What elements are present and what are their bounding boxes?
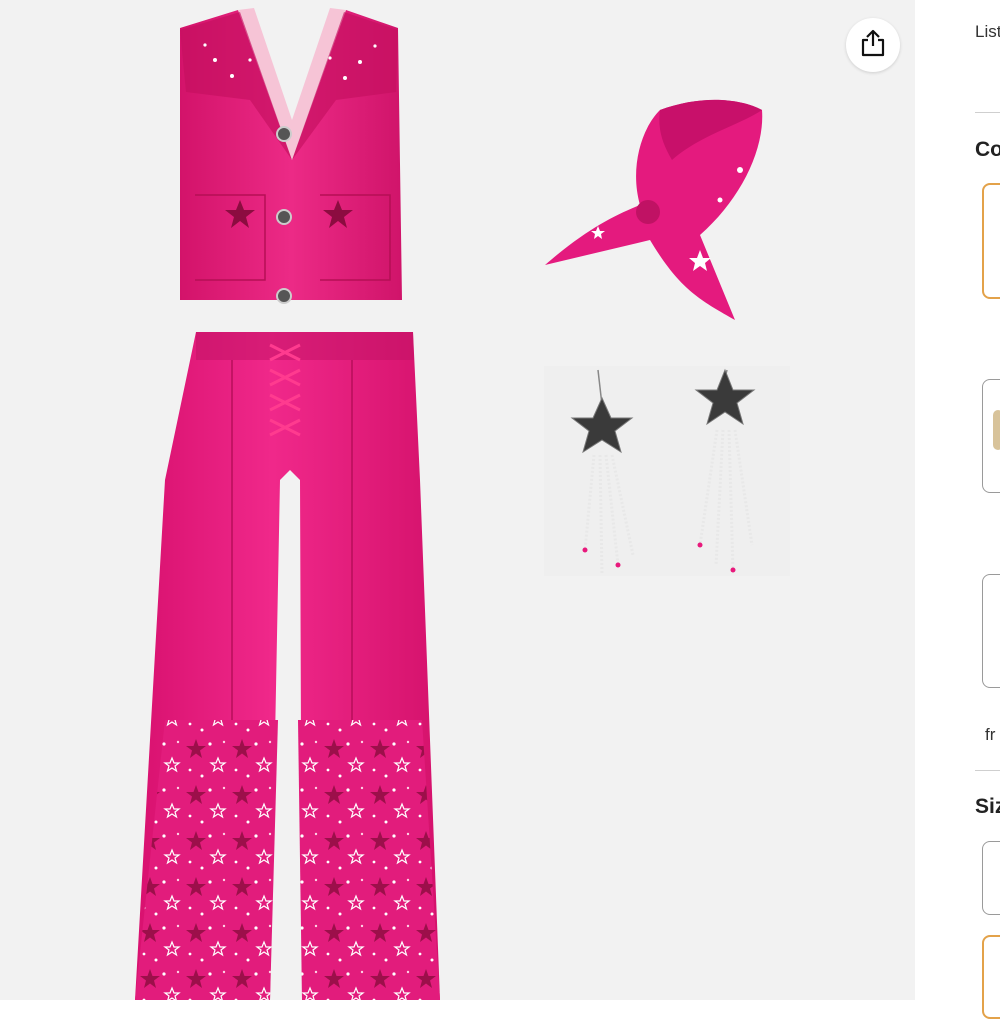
- share-icon: [860, 29, 886, 62]
- from-price-label: fr: [985, 725, 996, 744]
- list-price-label: List: [975, 22, 1000, 41]
- divider: [975, 112, 1000, 113]
- earrings-image: [544, 366, 790, 576]
- size-heading: Siz: [975, 795, 1000, 818]
- color-swatch-3[interactable]: [982, 574, 1000, 688]
- color-swatch-2[interactable]: [982, 379, 1000, 493]
- color-swatch-1[interactable]: [982, 183, 1000, 299]
- swatch-thumbnail: [993, 410, 1000, 450]
- bandana-image: [545, 99, 763, 321]
- vest-image: [180, 8, 402, 304]
- size-option-1[interactable]: [982, 841, 1000, 915]
- product-image: [135, 8, 790, 1000]
- share-button[interactable]: [846, 18, 900, 72]
- pants-image: [135, 332, 440, 1000]
- divider: [975, 770, 1000, 771]
- product-image-gallery[interactable]: [0, 0, 915, 1000]
- size-option-2[interactable]: [982, 935, 1000, 1019]
- color-heading: Co: [975, 138, 1000, 161]
